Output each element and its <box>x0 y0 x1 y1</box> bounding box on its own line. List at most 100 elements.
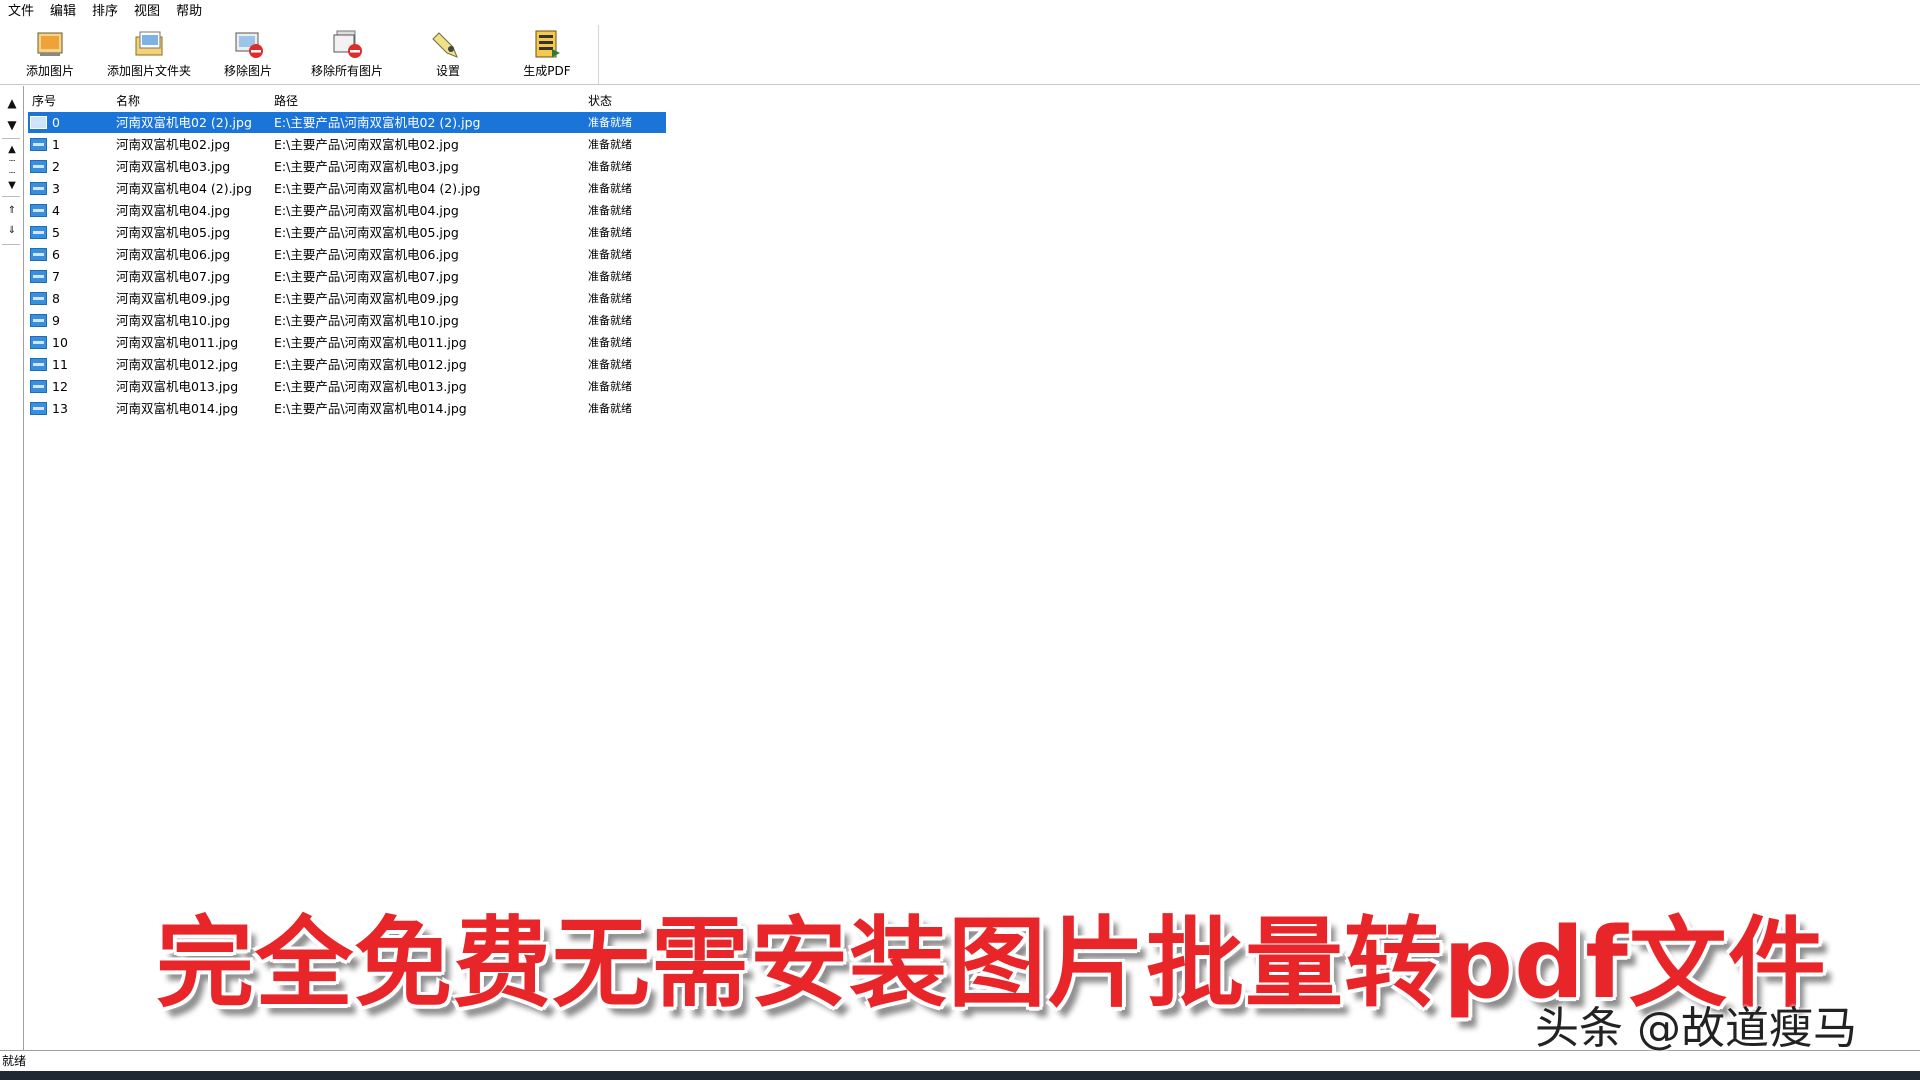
row-index: 9 <box>52 313 60 328</box>
move-down-icon[interactable]: ▼ <box>3 116 21 134</box>
row-index: 11 <box>52 357 68 372</box>
move-top-icon[interactable]: ▲ ┈ <box>3 144 21 167</box>
row-index: 8 <box>52 291 60 306</box>
row-name: 河南双富机电07.jpg <box>116 269 231 284</box>
row-path: E:\主要产品\河南双富机电012.jpg <box>274 357 467 372</box>
row-status: 准备就绪 <box>588 226 632 239</box>
row-path: E:\主要产品\河南双富机电10.jpg <box>274 313 459 328</box>
generate-pdf-icon <box>535 30 560 58</box>
row-index: 7 <box>52 269 60 284</box>
row-status: 准备就绪 <box>588 248 632 261</box>
row-path: E:\主要产品\河南双富机电02 (2).jpg <box>274 115 481 130</box>
settings-icon <box>432 32 458 58</box>
table-row[interactable]: 8 河南双富机电09.jpg E:\主要产品\河南双富机电09.jpg 准备就绪 <box>28 288 666 309</box>
jpg-file-icon <box>30 138 47 151</box>
jpg-file-icon <box>30 204 47 217</box>
table-row[interactable]: 0 河南双富机电02 (2).jpg E:\主要产品\河南双富机电02 (2).jp… <box>28 112 666 133</box>
row-index: 3 <box>52 181 60 196</box>
table-row[interactable]: 9 河南双富机电10.jpg E:\主要产品\河南双富机电10.jpg 准备就绪 <box>28 310 666 331</box>
jpg-file-icon <box>30 182 47 195</box>
row-status: 准备就绪 <box>588 138 632 151</box>
menu-help[interactable]: 帮助 <box>168 0 210 24</box>
menu-edit[interactable]: 编辑 <box>42 0 84 24</box>
table-row[interactable]: 4 河南双富机电04.jpg E:\主要产品\河南双富机电04.jpg 准备就绪 <box>28 200 666 221</box>
order-sidebar: ▲ ▼ ▲ ┈ ┈ ▼ ⇑ ⇓ <box>0 86 24 1050</box>
row-name: 河南双富机电011.jpg <box>116 335 239 350</box>
row-index: 10 <box>52 335 68 350</box>
row-name: 河南双富机电03.jpg <box>116 159 231 174</box>
jpg-file-icon <box>30 358 47 371</box>
jpg-file-icon <box>30 270 47 283</box>
header-index[interactable]: 序号 <box>32 92 56 109</box>
row-path: E:\主要产品\河南双富机电05.jpg <box>274 225 459 240</box>
row-path: E:\主要产品\河南双富机电04.jpg <box>274 203 459 218</box>
menu-view[interactable]: 视图 <box>126 0 168 24</box>
row-status: 准备就绪 <box>588 116 632 129</box>
jpg-file-icon <box>30 336 47 349</box>
table-row[interactable]: 12 河南双富机电013.jpg E:\主要产品\河南双富机电013.jpg 准备就绪 <box>28 376 666 397</box>
jpg-file-icon <box>30 160 47 173</box>
row-status: 准备就绪 <box>588 182 632 195</box>
sidebar-divider <box>2 196 20 197</box>
row-name: 河南双富机电013.jpg <box>116 379 239 394</box>
row-name: 河南双富机电06.jpg <box>116 247 231 262</box>
add-image-button[interactable]: 添加图片 <box>0 25 100 84</box>
settings-button[interactable]: 设置 <box>396 25 500 84</box>
table-row[interactable]: 6 河南双富机电06.jpg E:\主要产品\河南双富机电06.jpg 准备就绪 <box>28 244 666 265</box>
row-status: 准备就绪 <box>588 314 632 327</box>
table-row[interactable]: 10 河南双富机电011.jpg E:\主要产品\河南双富机电011.jpg 准备就绪 <box>28 332 666 353</box>
jpg-file-icon <box>30 402 47 415</box>
watermark: 头条 @故道瘦马 <box>1535 1003 1857 1054</box>
row-name: 河南双富机电10.jpg <box>116 313 231 328</box>
add-image-icon <box>37 32 63 56</box>
row-status: 准备就绪 <box>588 380 632 393</box>
header-status[interactable]: 状态 <box>588 92 612 109</box>
row-name: 河南双富机电05.jpg <box>116 225 231 240</box>
sidebar-divider <box>2 138 20 139</box>
row-name: 河南双富机电02.jpg <box>116 137 231 152</box>
row-status: 准备就绪 <box>588 402 632 415</box>
row-status: 准备就绪 <box>588 160 632 173</box>
collapse-down-icon[interactable]: ⇓ <box>3 222 21 240</box>
row-status: 准备就绪 <box>588 336 632 349</box>
row-index: 4 <box>52 203 60 218</box>
row-path: E:\主要产品\河南双富机电09.jpg <box>274 291 459 306</box>
row-path: E:\主要产品\河南双富机电014.jpg <box>274 401 467 416</box>
collapse-up-icon[interactable]: ⇑ <box>3 202 21 220</box>
status-text: 就绪 <box>2 1054 27 1068</box>
row-status: 准备就绪 <box>588 270 632 283</box>
sidebar-divider <box>2 244 20 245</box>
table-row[interactable]: 13 河南双富机电014.jpg E:\主要产品\河南双富机电014.jpg 准备就绪 <box>28 398 666 419</box>
toolbar: 添加图片 添加图片文件夹 移除图片 移除所有图片 设置 生成PDF <box>0 25 599 84</box>
table-row[interactable]: 3 河南双富机电04 (2).jpg E:\主要产品\河南双富机电04 (2).jp… <box>28 178 666 199</box>
menu-bar: 文件 编辑 排序 视图 帮助 <box>0 0 1920 24</box>
row-index: 12 <box>52 379 68 394</box>
table-row[interactable]: 5 河南双富机电05.jpg E:\主要产品\河南双富机电05.jpg 准备就绪 <box>28 222 666 243</box>
row-index: 2 <box>52 159 60 174</box>
jpg-file-icon <box>30 248 47 261</box>
row-name: 河南双富机电04.jpg <box>116 203 231 218</box>
move-up-icon[interactable]: ▲ <box>3 94 21 112</box>
row-path: E:\主要产品\河南双富机电06.jpg <box>274 247 459 262</box>
remove-image-button[interactable]: 移除图片 <box>198 25 298 84</box>
add-folder-button[interactable]: 添加图片文件夹 <box>100 25 198 84</box>
jpg-file-icon <box>30 292 47 305</box>
menu-sort[interactable]: 排序 <box>84 0 126 24</box>
generate-pdf-button[interactable]: 生成PDF <box>500 25 594 84</box>
row-path: E:\主要产品\河南双富机电013.jpg <box>274 379 467 394</box>
row-name: 河南双富机电02 (2).jpg <box>116 115 252 130</box>
remove-image-icon <box>235 32 263 58</box>
row-path: E:\主要产品\河南双富机电03.jpg <box>274 159 459 174</box>
header-name[interactable]: 名称 <box>116 92 140 109</box>
list-header: 序号 名称 路径 状态 <box>24 90 664 110</box>
move-bottom-icon[interactable]: ┈ ▼ <box>3 168 21 191</box>
table-row[interactable]: 1 河南双富机电02.jpg E:\主要产品\河南双富机电02.jpg 准备就绪 <box>28 134 666 155</box>
table-row[interactable]: 7 河南双富机电07.jpg E:\主要产品\河南双富机电07.jpg 准备就绪 <box>28 266 666 287</box>
table-row[interactable]: 11 河南双富机电012.jpg E:\主要产品\河南双富机电012.jpg 准备就绪 <box>28 354 666 375</box>
row-path: E:\主要产品\河南双富机电07.jpg <box>274 269 459 284</box>
remove-all-button[interactable]: 移除所有图片 <box>298 25 396 84</box>
menu-file[interactable]: 文件 <box>0 0 42 24</box>
header-path[interactable]: 路径 <box>274 92 298 109</box>
jpg-file-icon <box>30 226 47 239</box>
table-row[interactable]: 2 河南双富机电03.jpg E:\主要产品\河南双富机电03.jpg 准备就绪 <box>28 156 666 177</box>
